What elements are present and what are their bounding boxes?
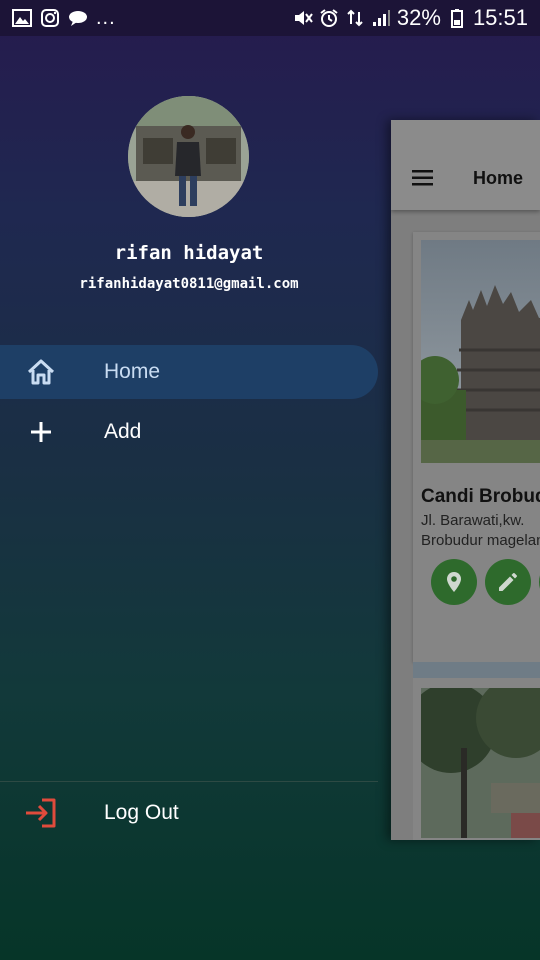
edit-button[interactable] [485, 559, 531, 605]
nav-item-label: Home [104, 360, 161, 383]
divider [0, 781, 378, 782]
logout-label: Log Out [104, 801, 179, 824]
more-notifications: ... [96, 6, 116, 29]
alarm-icon [320, 9, 338, 27]
nav-item-add[interactable]: Add [0, 405, 378, 459]
clock: 15:51 [472, 5, 528, 30]
place-card[interactable] [413, 678, 540, 840]
place-photo [421, 240, 540, 463]
mute-icon [294, 11, 313, 25]
user-email: rifanhidayat0811@gmail.com [79, 276, 299, 292]
nav-item-label: Add [104, 420, 142, 443]
gallery-icon [12, 9, 32, 27]
place-address: Jl. Barawati,kw. Brobudur magelang [421, 512, 540, 549]
user-name: rifan hidayat [114, 242, 264, 264]
status-bar: ... 32% 15:51 [0, 0, 540, 36]
logout-icon [24, 796, 58, 830]
place-photo [421, 688, 540, 838]
app-bar: Home [391, 120, 540, 210]
nav-item-home[interactable]: Home [0, 345, 378, 399]
instagram-icon [41, 9, 59, 27]
menu-icon[interactable] [411, 168, 435, 188]
avatar[interactable] [128, 96, 249, 217]
card-separator [413, 662, 540, 678]
chat-icon [69, 11, 87, 26]
location-button[interactable] [431, 559, 477, 605]
pencil-icon [499, 573, 517, 591]
place-card[interactable]: Candi Brobudur Jl. Barawati,kw. Brobudur… [413, 232, 540, 662]
place-title: Candi Brobudur [421, 486, 540, 507]
page-title: Home [473, 168, 524, 188]
battery-percent: 32% [396, 5, 441, 30]
home-icon [24, 355, 58, 389]
logout-button[interactable]: Log Out [0, 786, 378, 840]
battery-icon [450, 9, 463, 28]
location-pin-icon [447, 572, 461, 592]
signal-icon [372, 10, 390, 26]
home-page: Home Candi Brobudur Jl. Barawati,kw. Bro… [391, 120, 540, 840]
data-arrows-icon [347, 9, 363, 27]
plus-icon [24, 415, 58, 449]
navigation-drawer: rifan hidayat rifanhidayat0811@gmail.com… [0, 36, 390, 960]
